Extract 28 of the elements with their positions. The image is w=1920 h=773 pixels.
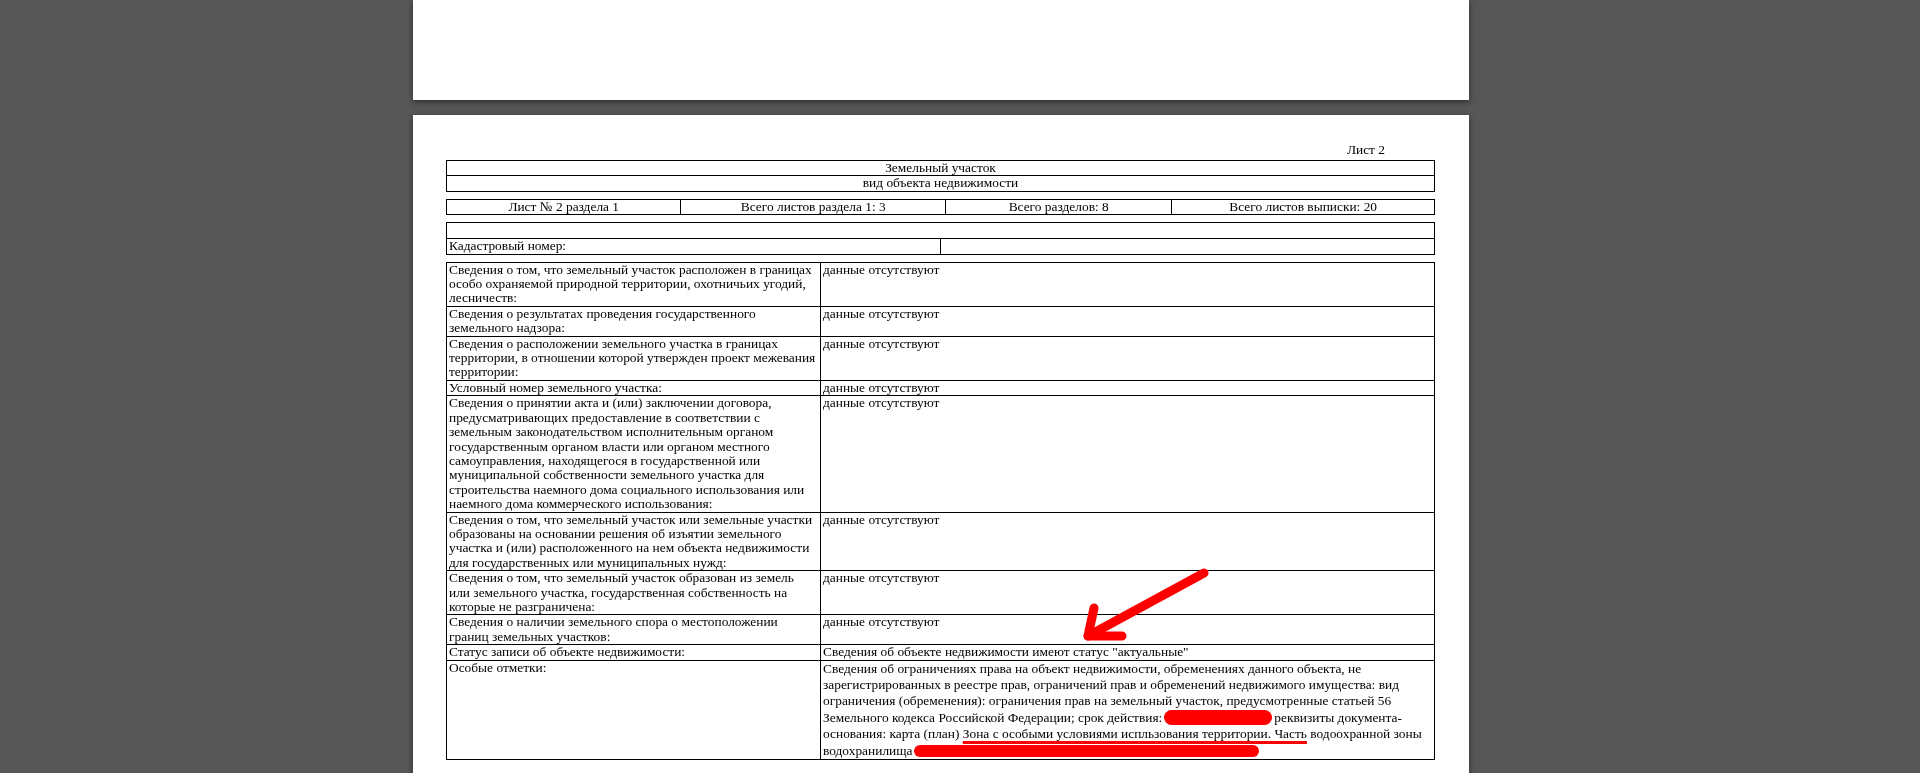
field-value: Сведения об ограничениях права на объект недвижимости, обременениях данного объекта, не зарегистрированных в реестре прав, ограничений прав и обременений недвижимого имущества: вид ограничения (обременения): ограничения прав на земельный участок, предусмотренные статьей 56 Земельного кодекса Российской Федерации; срок действия: реквизиты документа-основания: карта (план) Зона с особыми условиями испльзования территории. Часть водоохранной зоны водохранилища bbox=[820, 660, 1435, 760]
field-label: Сведения о том, что земельный участок или земельные участки образованы на основании решения об изъятии земельного участка и (или) расположенного на нем объекта недвижимости для государственных или муниципальных нужд: bbox=[446, 512, 821, 571]
field-label: Сведения о том, что земельный участок образован из земель или земельного участка, государственная собственность на которые не разграничена: bbox=[446, 570, 821, 615]
field-value: данные отсутствуют bbox=[820, 512, 1435, 571]
counter-text: Всего листов раздела 1: 3 bbox=[680, 199, 946, 215]
field-label: Сведения о расположении земельного участка в границах территории, в отношении которой утвержден проект межевания территории: bbox=[446, 336, 821, 381]
field-value: данные отсутствуют bbox=[820, 614, 1435, 645]
field-label: Особые отметки: bbox=[446, 660, 821, 760]
object-title: Земельный участок bbox=[446, 160, 1435, 176]
field-label: Сведения о принятии акта и (или) заключении договора, предусматривающих предоставление в соответствии с земельным законодательством исполнительным органом государственным органом власти или органом местного самоуправления, находящегося в государственной или муниципальной собственности земельного участка для строительства наемного дома социального использования или наемного дома коммерческого использования: bbox=[446, 395, 821, 513]
field-label: Сведения о результатах проведения государственного земельного надзора: bbox=[446, 306, 821, 337]
field-value: данные отсутствуют bbox=[820, 380, 1435, 396]
counter-text: Всего разделов: 8 bbox=[945, 199, 1172, 215]
field-value: Сведения об объекте недвижимости имеют статус "актуальные" bbox=[820, 644, 1435, 661]
field-value: данные отсутствуют bbox=[820, 570, 1435, 615]
field-label: Сведения о наличии земельного спора о местоположении границ земельных участков: bbox=[446, 614, 821, 645]
object-type-caption: вид объекта недвижимости bbox=[446, 175, 1435, 192]
counter-text: Всего листов выписки: 20 bbox=[1171, 199, 1435, 215]
field-value: данные отсутствуют bbox=[820, 395, 1435, 513]
field-value: данные отсутствуют bbox=[820, 262, 1435, 307]
field-value: данные отсутствуют bbox=[820, 306, 1435, 337]
field-label: Сведения о том, что земельный участок расположен в границах особо охраняемой природной территории, охотничьих угодий, лесничеств: bbox=[446, 262, 821, 307]
field-value: данные отсутствуют bbox=[820, 336, 1435, 381]
field-label: Условный номер земельного участка: bbox=[446, 380, 821, 396]
sheet-number: Лист 2 bbox=[1346, 142, 1385, 157]
field-label: Кадастровый номер: bbox=[446, 238, 941, 255]
counter-text: Лист № 2 раздела 1 bbox=[446, 199, 681, 215]
field-label: Статус записи об объекте недвижимости: bbox=[446, 644, 821, 661]
